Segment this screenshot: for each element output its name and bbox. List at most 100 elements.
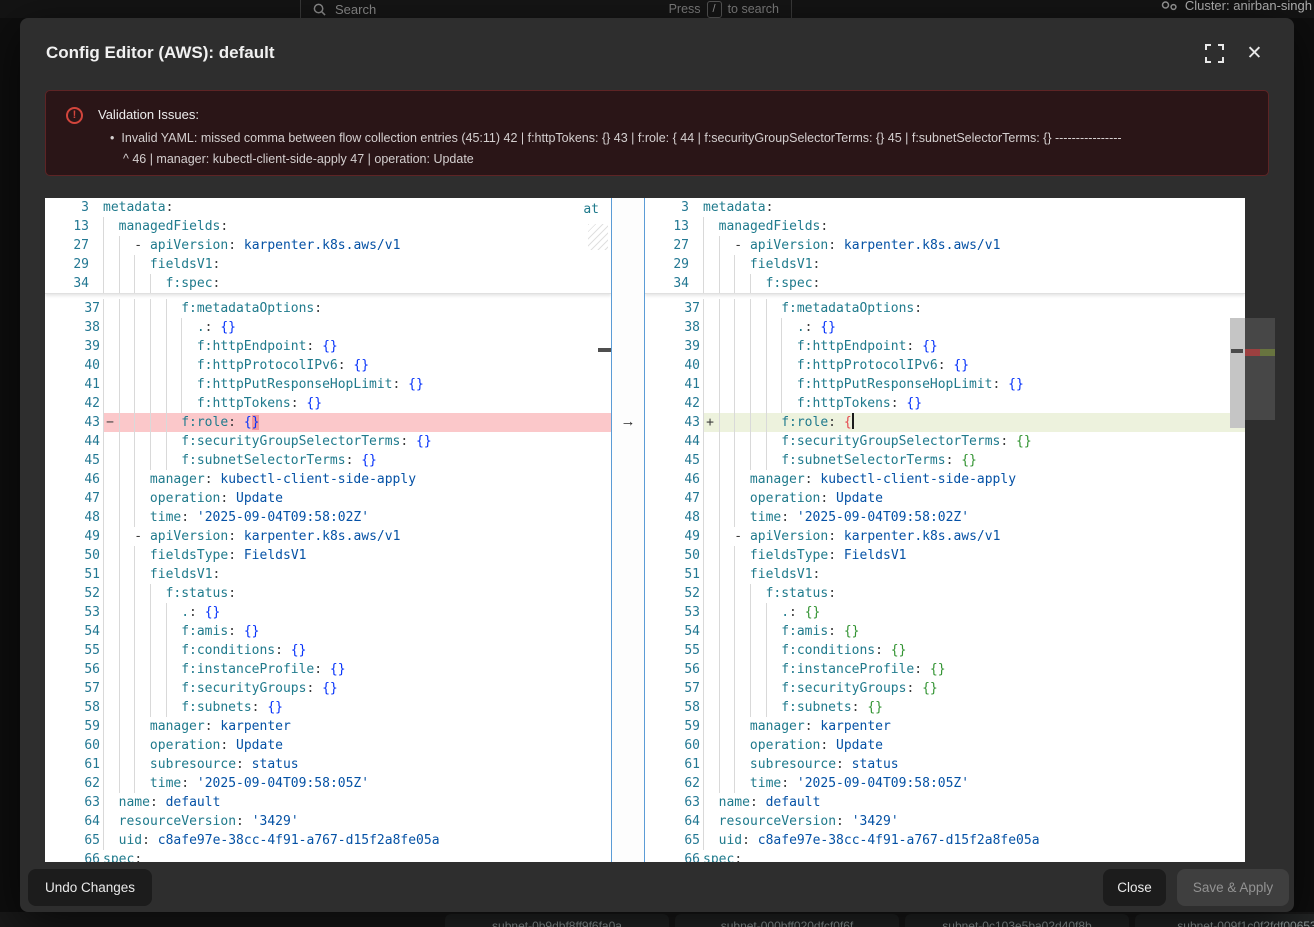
overview-slider[interactable] bbox=[1245, 318, 1275, 420]
indent-guide bbox=[719, 489, 735, 508]
indent-guide bbox=[134, 717, 150, 736]
line-number: 54 bbox=[645, 622, 703, 641]
indent-guide bbox=[103, 470, 119, 489]
code-text: metadata: bbox=[703, 198, 1245, 217]
line-number: 66 bbox=[645, 850, 703, 862]
line-number: 58 bbox=[45, 698, 103, 717]
token: } bbox=[252, 415, 260, 430]
indent-guide bbox=[134, 274, 150, 293]
code-text: f:instanceProfile: {} bbox=[103, 660, 611, 679]
code-line-50: 50fieldsType: FieldsV1 bbox=[645, 546, 1245, 565]
token: : bbox=[228, 586, 236, 601]
indent-guide bbox=[734, 375, 750, 394]
token: '2025-09-04T09:58:05Z' bbox=[197, 776, 369, 791]
code-line-46: 46manager: kubectl-client-side-apply bbox=[645, 470, 1245, 489]
indent-guide bbox=[703, 255, 719, 274]
indent-guide bbox=[119, 255, 135, 274]
diff-marker: − bbox=[106, 413, 114, 432]
indent-guide bbox=[734, 660, 750, 679]
modified-overview-cursor-mark bbox=[1231, 349, 1243, 353]
vertical-scrollbar[interactable] bbox=[1230, 318, 1245, 428]
expand-icon[interactable] bbox=[1205, 44, 1224, 63]
code-text: manager: kubectl-client-side-apply bbox=[103, 470, 611, 489]
token: default bbox=[166, 795, 221, 810]
token: subresource bbox=[750, 757, 836, 772]
close-icon[interactable]: ✕ bbox=[1245, 44, 1264, 63]
indent-guide bbox=[103, 299, 119, 318]
line-number: 63 bbox=[645, 793, 703, 812]
token: { bbox=[244, 415, 252, 430]
indent-guide bbox=[703, 679, 719, 698]
code-line-66: 66spec: bbox=[645, 850, 1245, 862]
overview-ruler[interactable] bbox=[1245, 198, 1275, 862]
indent-guide bbox=[703, 641, 719, 660]
line-number: 43− bbox=[45, 413, 103, 432]
text-cursor bbox=[852, 413, 854, 429]
code-text: f:httpTokens: {} bbox=[103, 394, 611, 413]
token: : bbox=[734, 852, 742, 862]
undo-changes-button[interactable]: Undo Changes bbox=[28, 869, 152, 906]
indent-guide bbox=[119, 774, 135, 793]
indent-guide bbox=[703, 698, 719, 717]
code-line-42: 42f:httpTokens: {} bbox=[645, 394, 1245, 413]
token: f:securityGroups bbox=[181, 681, 306, 696]
save-apply-button[interactable]: Save & Apply bbox=[1177, 869, 1289, 906]
indent-guide bbox=[703, 622, 719, 641]
line-number: 39 bbox=[45, 337, 103, 356]
indent-guide bbox=[719, 451, 735, 470]
token: : bbox=[306, 339, 322, 354]
indent-guide bbox=[734, 774, 750, 793]
token: fieldsV1 bbox=[150, 257, 213, 272]
code-text: resourceVersion: '3429' bbox=[103, 812, 611, 831]
indent-guide bbox=[134, 451, 150, 470]
indent-guide bbox=[119, 451, 135, 470]
indent-guide bbox=[734, 698, 750, 717]
indent-guide bbox=[719, 413, 735, 432]
token: : bbox=[1000, 434, 1016, 449]
token: f:spec bbox=[166, 276, 213, 291]
token: apiVersion bbox=[150, 529, 228, 544]
token: : bbox=[166, 200, 174, 215]
indent-guide bbox=[134, 622, 150, 641]
diff-editor-modified[interactable]: 37f:metadataOptions:38.: {}39f:httpEndpo… bbox=[645, 198, 1245, 862]
token: . bbox=[781, 605, 789, 620]
indent-guide bbox=[103, 236, 119, 255]
token: metadata bbox=[103, 200, 166, 215]
cluster-selector[interactable]: Cluster: anirban-singh bbox=[1161, 0, 1312, 13]
token: '2025-09-04T09:58:02Z' bbox=[197, 510, 369, 525]
indent-guide bbox=[750, 451, 766, 470]
token: f:httpTokens bbox=[197, 396, 291, 411]
indent-guide bbox=[119, 489, 135, 508]
indent-guide bbox=[119, 236, 135, 255]
token: time bbox=[150, 776, 181, 791]
indent-guide bbox=[166, 432, 182, 451]
indent-guide bbox=[719, 660, 735, 679]
diff-editor-original[interactable]: 37f:metadataOptions:38.: {}39f:httpEndpo… bbox=[45, 198, 611, 862]
code-text: fieldsType: FieldsV1 bbox=[703, 546, 1245, 565]
indent-guide bbox=[150, 584, 166, 603]
indent-guide bbox=[103, 622, 119, 641]
token: : bbox=[766, 200, 774, 215]
subnet-cell: subnet-000bff020dfcf0f6f bbox=[675, 914, 899, 927]
diff-arrow-icon[interactable]: → bbox=[612, 412, 644, 431]
indent-guide bbox=[103, 641, 119, 660]
token: : bbox=[820, 491, 836, 506]
search-icon bbox=[313, 3, 326, 16]
app-topbar: Search Press / to search Cluster: anirba… bbox=[0, 0, 1314, 18]
code-line-50: 50fieldsType: FieldsV1 bbox=[45, 546, 611, 565]
indent-guide bbox=[719, 774, 735, 793]
token: . bbox=[181, 605, 189, 620]
indent-guide bbox=[703, 546, 719, 565]
token: : bbox=[252, 700, 268, 715]
line-number: 49 bbox=[645, 527, 703, 546]
indent-guide bbox=[750, 584, 766, 603]
token: : bbox=[189, 605, 205, 620]
token: c8afe97e-38cc-4f91-a767-d15f2a8fe05a bbox=[158, 833, 440, 848]
token: default bbox=[766, 795, 821, 810]
indent-guide bbox=[719, 527, 735, 546]
code-line-63: 63name: default bbox=[45, 793, 611, 812]
indent-guide bbox=[134, 299, 150, 318]
close-button[interactable]: Close bbox=[1103, 869, 1166, 906]
indent-guide bbox=[781, 318, 797, 337]
code-text: - apiVersion: karpenter.k8s.aws/v1 bbox=[103, 527, 611, 546]
